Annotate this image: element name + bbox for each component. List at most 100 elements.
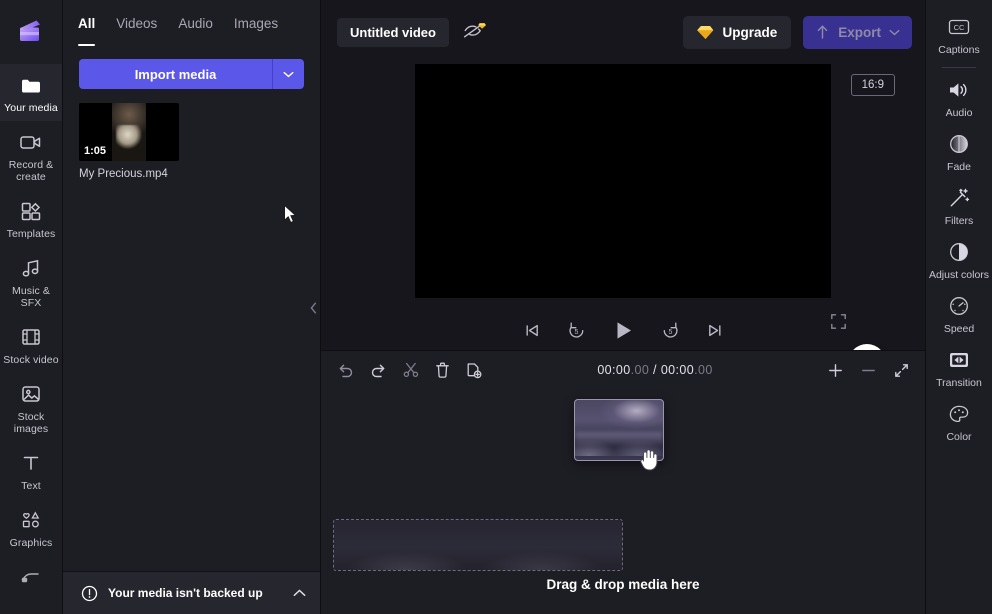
chevron-down-icon xyxy=(889,29,900,36)
undo-button[interactable] xyxy=(337,363,354,378)
fullscreen-button[interactable] xyxy=(830,313,847,330)
sidebar-item-label: Music & SFX xyxy=(2,285,61,309)
grabbing-hand-cursor xyxy=(638,446,662,472)
tab-videos[interactable]: Videos xyxy=(116,16,157,46)
timecode-separator: / xyxy=(649,363,661,377)
clapperboard-logo-icon xyxy=(16,17,46,47)
right-item-label: Filters xyxy=(945,215,974,227)
diamond-gem-icon xyxy=(478,23,486,29)
right-item-label: Adjust colors xyxy=(929,269,989,281)
tab-images[interactable]: Images xyxy=(234,16,278,46)
timeline-drop-target[interactable] xyxy=(333,519,623,571)
skip-forward-icon[interactable] xyxy=(706,322,724,339)
zoom-out-button[interactable] xyxy=(861,363,876,378)
delete-button[interactable] xyxy=(435,362,450,379)
chevron-down-icon xyxy=(283,71,294,78)
sidebar-item-label: Stock images xyxy=(2,411,61,435)
drag-drop-hint-text: Drag & drop media here xyxy=(321,577,925,592)
folder-icon xyxy=(18,73,44,97)
aspect-ratio-badge[interactable]: 16:9 xyxy=(851,74,895,96)
thumbnail-image xyxy=(112,103,146,161)
timeline-canvas[interactable]: Drag & drop media here xyxy=(321,389,925,614)
timeline-zoom-controls xyxy=(828,363,909,378)
right-item-filters[interactable]: Filters xyxy=(926,179,992,233)
sidebar-item-graphics[interactable]: Graphics xyxy=(0,499,63,556)
sidebar-item-label: Templates xyxy=(7,228,56,240)
video-canvas[interactable] xyxy=(415,64,831,298)
media-item[interactable]: 1:05 My Precious.mp4 xyxy=(79,103,179,180)
sidebar-item-more[interactable] xyxy=(0,556,63,596)
duplicate-page-icon xyxy=(466,362,482,379)
scissors-icon xyxy=(403,362,419,378)
rewind-5-seconds-icon[interactable]: 5 xyxy=(567,321,586,340)
right-item-label: Color xyxy=(946,431,971,443)
skip-back-icon[interactable] xyxy=(523,322,541,339)
import-media-dropdown-button[interactable] xyxy=(273,59,304,89)
upload-arrow-icon xyxy=(815,24,830,40)
right-item-label: Fade xyxy=(947,161,971,173)
fit-to-screen-button[interactable] xyxy=(894,363,909,378)
right-item-adjust-colors[interactable]: Adjust colors xyxy=(926,233,992,287)
sidebar-item-stock-images[interactable]: Stock images xyxy=(0,373,63,442)
fade-circle-icon xyxy=(948,132,970,156)
right-item-label: Audio xyxy=(946,107,973,119)
clipchamp-editor-window: Your media Record & create Templates xyxy=(0,0,992,614)
rail-divider xyxy=(942,67,976,68)
brand-kit-icon xyxy=(18,565,44,589)
right-item-audio[interactable]: Audio xyxy=(926,71,992,125)
app-logo[interactable] xyxy=(0,0,63,64)
svg-text:5: 5 xyxy=(668,329,672,336)
right-item-label: Speed xyxy=(944,323,974,335)
diamond-gem-icon xyxy=(697,25,714,40)
split-button[interactable] xyxy=(403,362,419,378)
zoom-in-button[interactable] xyxy=(828,363,843,378)
play-button[interactable] xyxy=(612,319,635,342)
import-media-button[interactable]: Import media xyxy=(79,59,273,89)
remove-watermark-button[interactable] xyxy=(461,19,487,45)
speedometer-icon xyxy=(948,294,970,318)
sidebar-item-music-sfx[interactable]: Music & SFX xyxy=(0,247,63,316)
closed-captions-icon: CC xyxy=(947,15,971,39)
collapse-media-panel-button[interactable] xyxy=(307,292,320,324)
ghost-clip-preview xyxy=(334,520,622,570)
magic-wand-icon xyxy=(948,186,970,210)
tab-all[interactable]: All xyxy=(78,16,95,46)
right-item-speed[interactable]: Speed xyxy=(926,287,992,341)
mouse-arrow-cursor xyxy=(283,204,298,225)
trash-icon xyxy=(435,362,450,379)
media-backup-notice[interactable]: Your media isn't backed up xyxy=(63,571,320,614)
svg-text:5: 5 xyxy=(574,329,578,336)
half-circle-contrast-icon xyxy=(948,240,970,264)
current-time-fraction: .00 xyxy=(631,363,650,377)
duplicate-button[interactable] xyxy=(466,362,482,379)
media-thumbnail: 1:05 xyxy=(79,103,179,161)
editor-main-area: Untitled video xyxy=(321,0,925,614)
right-item-color[interactable]: Color xyxy=(926,395,992,449)
plus-icon xyxy=(828,363,843,378)
palette-icon xyxy=(948,402,970,426)
project-title-input[interactable]: Untitled video xyxy=(337,18,449,47)
upgrade-button[interactable]: Upgrade xyxy=(683,16,791,49)
tab-audio[interactable]: Audio xyxy=(178,16,213,46)
chevron-up-icon[interactable] xyxy=(293,589,306,597)
timeline-timecode: 00:00.00 / 00:00.00 xyxy=(498,363,812,377)
right-item-label: Transition xyxy=(936,377,982,389)
right-item-transition[interactable]: Transition xyxy=(926,341,992,395)
svg-text:CC: CC xyxy=(954,23,965,32)
sidebar-item-text[interactable]: Text xyxy=(0,442,63,499)
sidebar-item-label: Stock video xyxy=(3,354,58,366)
sidebar-item-templates[interactable]: Templates xyxy=(0,190,63,247)
sidebar-item-record-create[interactable]: Record & create xyxy=(0,121,63,190)
timeline-area: 00:00.00 / 00:00.00 xyxy=(321,350,925,614)
sidebar-item-your-media[interactable]: Your media xyxy=(0,64,63,121)
right-item-fade[interactable]: Fade xyxy=(926,125,992,179)
redo-button[interactable] xyxy=(370,363,387,378)
right-item-captions[interactable]: CC Captions xyxy=(926,8,992,62)
templates-icon xyxy=(18,199,44,223)
export-button[interactable]: Export xyxy=(803,16,912,49)
text-t-icon xyxy=(18,451,44,475)
forward-5-seconds-icon[interactable]: 5 xyxy=(661,321,680,340)
media-duration-badge: 1:05 xyxy=(84,145,106,157)
sidebar-item-stock-video[interactable]: Stock video xyxy=(0,316,63,373)
left-navigation-rail: Your media Record & create Templates xyxy=(0,0,63,614)
